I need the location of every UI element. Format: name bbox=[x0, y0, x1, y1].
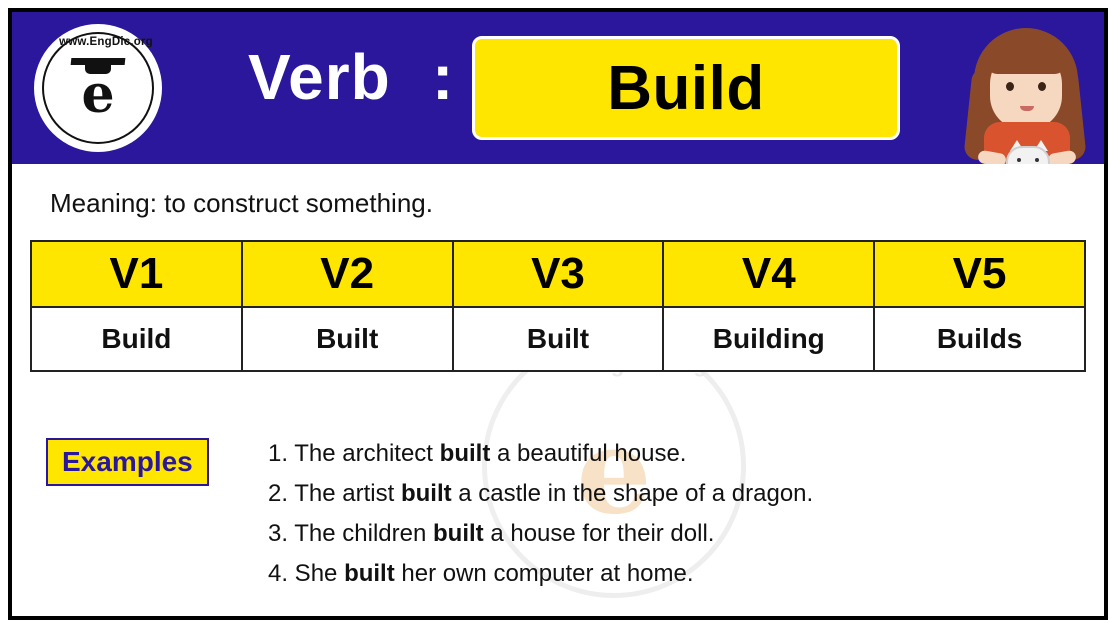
table-header-row: V1 V2 V3 V4 V5 bbox=[30, 240, 1086, 308]
verb-word-box: Build bbox=[472, 36, 900, 140]
header-banner: www.EngDic.org e Verb : Build bbox=[12, 12, 1104, 164]
infographic-page: www.EngDic.org e Verb : Build Meaning: t… bbox=[0, 0, 1116, 628]
list-item: 3. The children built a house for their … bbox=[268, 520, 715, 547]
list-item: 2. The artist built a castle in the shap… bbox=[268, 480, 814, 507]
page-border: www.EngDic.org e Verb : Build Meaning: t… bbox=[8, 8, 1108, 620]
logo-letter-e: e bbox=[81, 63, 115, 125]
girl-illustration bbox=[944, 12, 1104, 164]
verb-form-v5: Builds bbox=[873, 306, 1086, 372]
table-header-v1: V1 bbox=[30, 240, 243, 308]
table-header-v2: V2 bbox=[240, 240, 454, 308]
verb-forms-table: V1 V2 V3 V4 V5 Build Built Built Buildin… bbox=[30, 240, 1086, 372]
table-header-v5: V5 bbox=[873, 240, 1086, 308]
examples-list: 1. The architect built a beautiful house… bbox=[268, 434, 1068, 594]
verb-word: Build bbox=[607, 53, 765, 123]
list-item: 4. She built her own computer at home. bbox=[268, 560, 694, 587]
list-item: 1. The architect built a beautiful house… bbox=[268, 440, 687, 467]
verb-form-v3: Built bbox=[451, 306, 665, 372]
verb-forms-table-wrapper: V1 V2 V3 V4 V5 Build Built Built Buildin… bbox=[30, 240, 1086, 372]
table-header-v4: V4 bbox=[662, 240, 876, 308]
logo-top-text: www.EngDic.org bbox=[59, 36, 153, 48]
cat-icon bbox=[1006, 146, 1050, 164]
examples-badge-label: Examples bbox=[62, 446, 193, 477]
examples-badge: Examples bbox=[46, 438, 209, 486]
verb-label: Verb bbox=[248, 41, 391, 113]
verb-form-v4: Building bbox=[662, 306, 876, 372]
logo-circle: www.EngDic.org e bbox=[42, 32, 154, 144]
site-logo[interactable]: www.EngDic.org e bbox=[34, 24, 162, 152]
meaning-text: Meaning: to construct something. bbox=[50, 188, 433, 218]
verb-form-v2: Built bbox=[240, 306, 454, 372]
colon-separator: : bbox=[432, 41, 454, 113]
examples-section: Examples 1. The architect built a beauti… bbox=[30, 430, 1086, 604]
verb-form-v1: Build bbox=[30, 306, 243, 372]
meaning-row: Meaning: to construct something. bbox=[12, 164, 1104, 240]
table-header-v3: V3 bbox=[451, 240, 665, 308]
table-row: Build Built Built Building Builds bbox=[30, 306, 1086, 372]
